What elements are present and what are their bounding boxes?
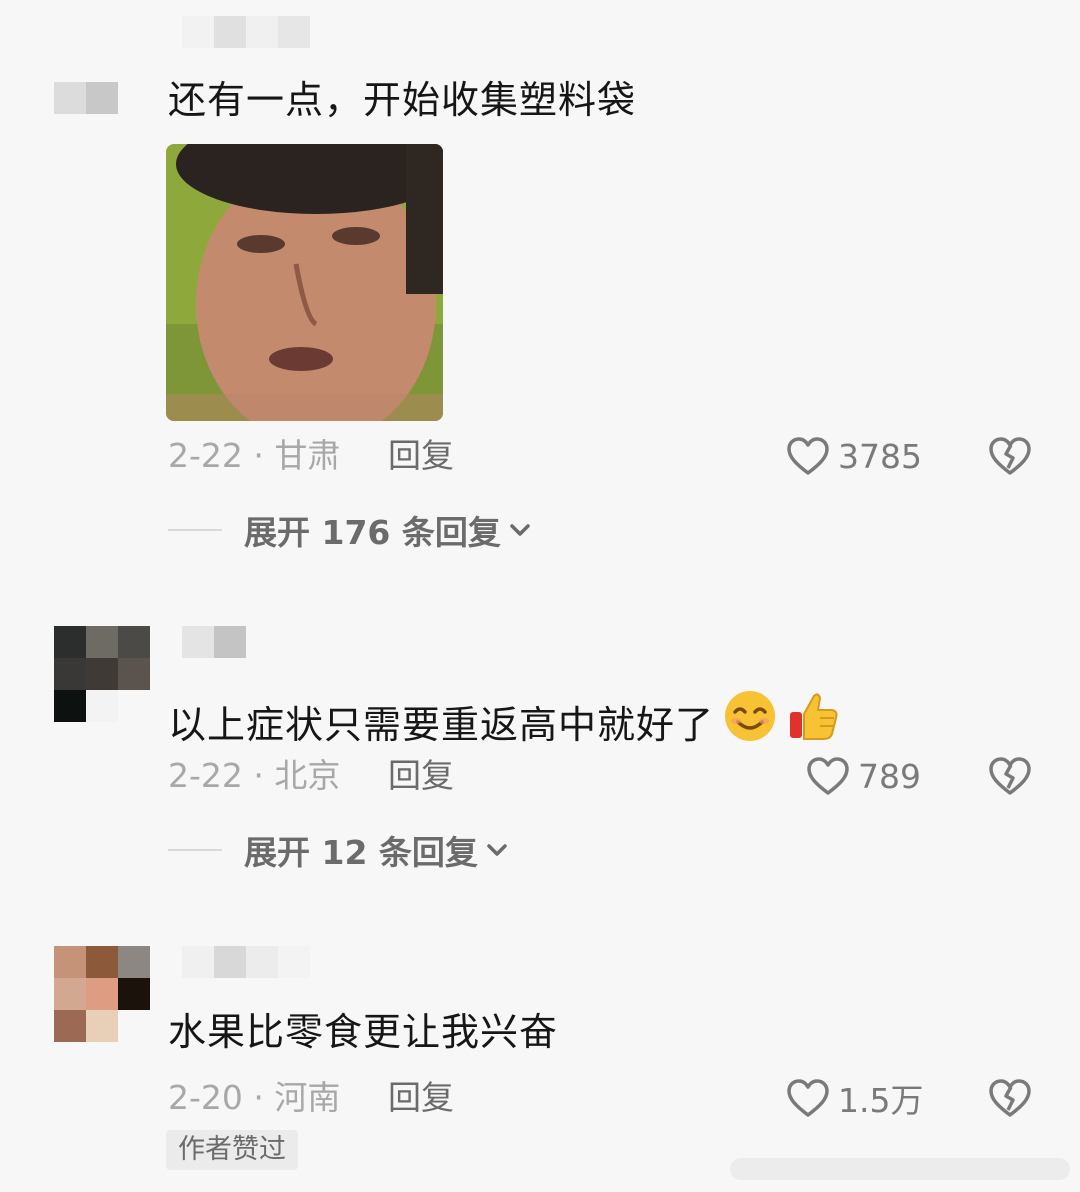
reply-button[interactable]: 回复: [388, 436, 454, 476]
divider-line: [168, 849, 222, 851]
like-count: 789: [858, 756, 921, 796]
author-liked-badge: 作者赞过: [166, 1130, 298, 1170]
broken-heart-icon[interactable]: [988, 1076, 1032, 1120]
username-pixelated[interactable]: [182, 16, 312, 48]
heart-icon: [787, 1079, 829, 1117]
like-count: 3785: [838, 436, 922, 476]
reply-button[interactable]: 回复: [388, 1078, 454, 1118]
comment-date-location: 2-22 · 北京: [168, 756, 341, 795]
smiling-face-icon: [725, 691, 776, 741]
comment-date-location: 2-20 · 河南: [168, 1078, 341, 1117]
comment-text: 水果比零食更让我兴奋: [168, 1010, 559, 1054]
like-count: 1.5万: [838, 1081, 924, 1120]
expand-replies-button[interactable]: 展开 12 条回复: [168, 828, 510, 872]
chevron-down-icon: [487, 844, 507, 856]
meme-sticker-image[interactable]: [166, 144, 443, 421]
watermark-blur: [730, 1158, 1070, 1180]
reply-button[interactable]: 回复: [388, 756, 454, 796]
comment-text: 以上症状只需要重返高中就好了: [168, 688, 842, 749]
expand-replies-label: 展开 176 条回复: [244, 513, 501, 552]
comment-text: 还有一点，开始收集塑料袋: [168, 78, 637, 122]
avatar-pixelated[interactable]: [54, 82, 118, 114]
username-pixelated[interactable]: [182, 946, 312, 978]
divider-line: [168, 529, 222, 531]
expand-replies-button[interactable]: 展开 176 条回复: [168, 508, 533, 552]
broken-heart-icon[interactable]: [988, 754, 1032, 798]
chevron-down-icon: [510, 524, 530, 536]
username-pixelated[interactable]: [182, 626, 312, 658]
like-button[interactable]: 1.5万: [786, 1076, 923, 1120]
broken-heart-icon[interactable]: [988, 434, 1032, 478]
thumbs-up-icon: [790, 693, 838, 740]
avatar-pixelated[interactable]: [54, 626, 150, 722]
heart-icon: [807, 757, 849, 795]
heart-icon: [787, 437, 829, 475]
avatar-pixelated[interactable]: [54, 946, 150, 1042]
expand-replies-label: 展开 12 条回复: [244, 833, 478, 872]
like-button[interactable]: 789: [806, 754, 921, 798]
like-button[interactable]: 3785: [786, 434, 922, 478]
comment-date-location: 2-22 · 甘肃: [168, 436, 341, 475]
